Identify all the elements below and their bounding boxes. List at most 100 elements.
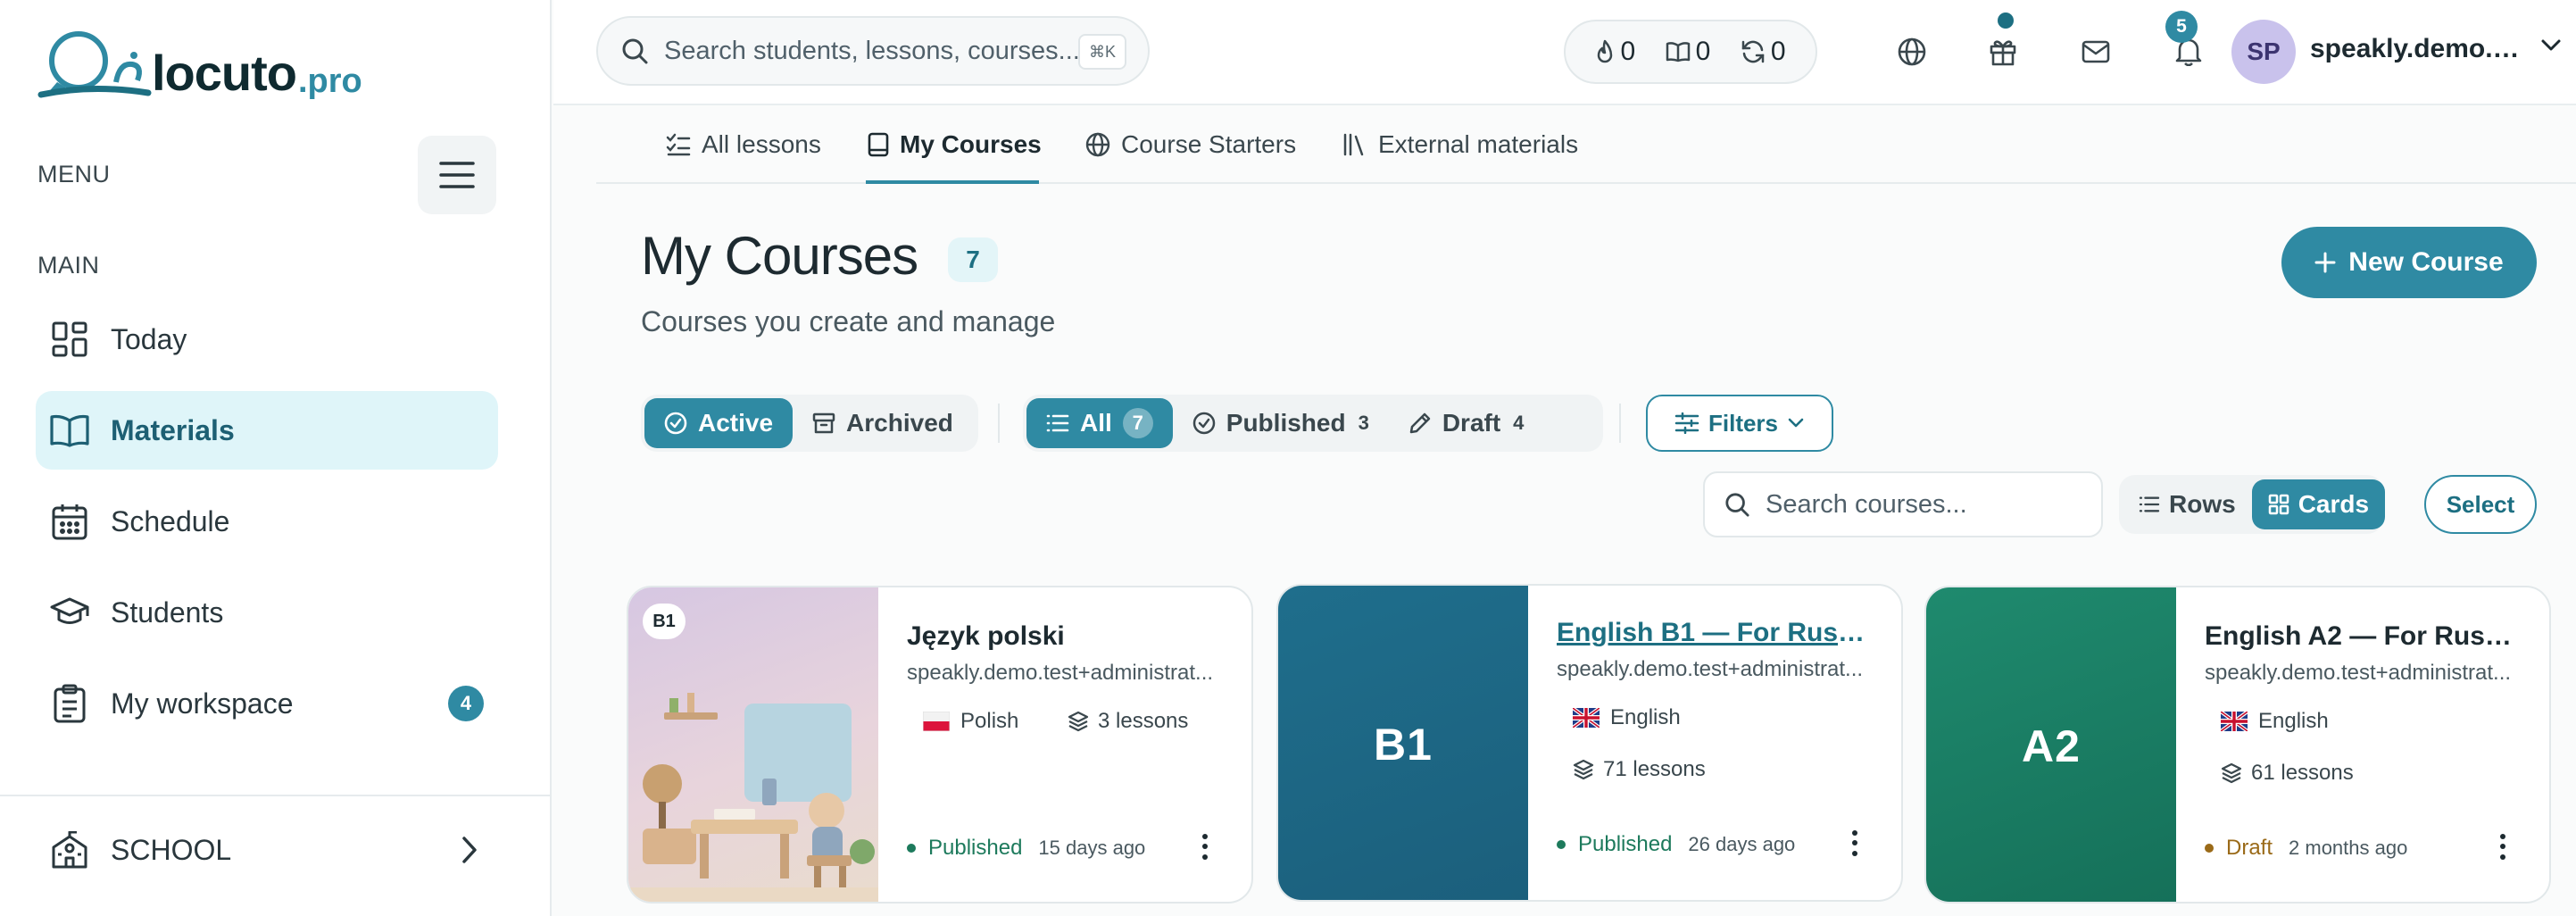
course-updated: 15 days ago (1038, 837, 1146, 859)
page-subtitle: Courses you create and manage (641, 305, 1056, 337)
chevron-down-icon[interactable] (2540, 37, 2562, 52)
view-label: Cards (2298, 490, 2370, 518)
sidebar-item-label: Materials (111, 413, 235, 446)
tab-course-starters[interactable]: Course Starters (1085, 105, 1296, 184)
streak-stat[interactable]: 0 (1595, 37, 1635, 67)
calendar-icon (50, 502, 89, 541)
tab-external-materials[interactable]: External materials (1342, 105, 1578, 184)
course-title[interactable]: Język polski (907, 621, 1228, 652)
sidebar-item-label: Schedule (111, 504, 230, 537)
more-options-icon[interactable] (1196, 829, 1214, 864)
course-updated: 2 months ago (2289, 837, 2408, 859)
lessons-stat[interactable]: 0 (1666, 37, 1710, 67)
tab-my-courses[interactable]: My Courses (868, 105, 1042, 184)
course-card[interactable]: B1 Język polski speakly.demo.test+admini… (627, 586, 1253, 904)
language-button[interactable] (1892, 32, 1932, 71)
course-search-input[interactable]: Search courses... (1766, 490, 1967, 520)
dashboard-icon (50, 320, 89, 359)
sliders-icon (1674, 412, 1699, 434)
filters-label: Filters (1708, 409, 1779, 437)
gift-indicator-dot (1998, 12, 2014, 29)
active-archived-toggle: Active Archived (641, 395, 978, 452)
course-lessons: 3 lessons (1068, 709, 1188, 734)
reviews-stat[interactable]: 0 (1741, 37, 1786, 67)
view-mode-toggle: Rows Cards (2119, 475, 2386, 534)
course-owner: speakly.demo.test+administrat... (1557, 657, 1864, 681)
status-published-button[interactable]: Published 3 (1173, 398, 1389, 448)
course-search[interactable]: Search courses... (1703, 471, 2103, 537)
filter-active-button[interactable]: Active (644, 398, 794, 448)
course-title[interactable]: English A2 — For Russia... (2205, 621, 2526, 652)
sidebar-item-schedule[interactable]: Schedule (36, 482, 498, 561)
sidebar-item-school[interactable]: SCHOOL (36, 811, 498, 889)
filter-label: Archived (846, 409, 953, 437)
level-chip: B1 (643, 604, 686, 639)
select-button[interactable]: Select (2424, 475, 2537, 534)
brand-name: locuto (152, 45, 297, 101)
sidebar-item-materials[interactable]: Materials (36, 391, 498, 470)
check-circle-icon (664, 412, 687, 435)
menu-label: MENU (37, 161, 111, 187)
filter-divider (998, 404, 1000, 443)
more-options-icon[interactable] (2494, 829, 2512, 864)
course-thumbnail: B1 (1278, 586, 1528, 900)
status-label: Published (928, 836, 1023, 860)
school-building-icon (50, 830, 89, 870)
tab-label: External materials (1378, 130, 1579, 158)
pencil-icon (1409, 412, 1431, 434)
materials-tabs: All lessons My Courses Course Starters E… (596, 105, 2576, 184)
chevron-down-icon (1788, 418, 1804, 428)
search-input[interactable]: Search students, lessons, courses... (664, 37, 1080, 66)
sidebar-item-today[interactable]: Today (36, 300, 498, 379)
sidebar-item-label: Students (111, 595, 224, 629)
global-search[interactable]: Search students, lessons, courses... ⌘K (596, 16, 1150, 86)
brand-logo[interactable]: locuto .pro (37, 30, 362, 98)
flame-icon (1598, 39, 1613, 63)
view-label: Rows (2169, 490, 2236, 518)
status-dot (1557, 840, 1566, 849)
filters-dropdown[interactable]: Filters (1646, 395, 1833, 452)
course-title[interactable]: English B1 — For Russian... (1557, 618, 1878, 648)
messages-button[interactable] (2076, 32, 2115, 71)
status-label: Draft (1442, 409, 1501, 437)
sidebar-item-students[interactable]: Students (36, 573, 498, 652)
new-course-label: New Course (2348, 247, 2504, 277)
status-count: 3 (1358, 412, 1369, 434)
new-course-button[interactable]: New Course (2281, 227, 2537, 298)
tab-all-lessons[interactable]: All lessons (666, 105, 821, 184)
language-label: English (1610, 705, 1681, 729)
status-count: 7 (1122, 408, 1153, 438)
status-label: Draft (2226, 836, 2273, 860)
course-updated: 26 days ago (1688, 833, 1796, 855)
activity-stats: 0 0 0 (1564, 20, 1817, 84)
status-all-button[interactable]: All 7 (1026, 398, 1173, 448)
sidebar-item-label: SCHOOL (111, 833, 232, 866)
status-dot (2205, 844, 2214, 853)
tab-label: My Courses (900, 130, 1042, 158)
course-card[interactable]: B1 English B1 — For Russian... speakly.d… (1276, 584, 1903, 902)
view-cards-button[interactable]: Cards (2251, 479, 2386, 529)
book-open-icon (50, 411, 89, 450)
course-card-body: Język polski speakly.demo.test+administr… (907, 587, 1239, 902)
course-lessons: 71 lessons (1573, 757, 1706, 782)
filter-archived-button[interactable]: Archived (793, 398, 973, 448)
uk-flag-icon (2221, 712, 2248, 731)
status-draft-button[interactable]: Draft 4 (1389, 398, 1544, 448)
avatar[interactable]: SP (2231, 20, 2296, 84)
menu-toggle-button[interactable] (418, 136, 496, 214)
tab-label: Course Starters (1121, 130, 1297, 158)
course-card[interactable]: A2 English A2 — For Russia... speakly.de… (1924, 586, 2551, 904)
status-filter-group: All 7 Published 3 Draft 4 (1023, 395, 1603, 452)
more-options-icon[interactable] (1846, 825, 1864, 861)
gifts-button[interactable] (1983, 32, 2023, 71)
sidebar-item-my-workspace[interactable]: My workspace 4 (36, 664, 498, 743)
grid-icon (2268, 494, 2289, 515)
course-thumbnail: A2 (1926, 587, 2176, 902)
search-icon (1725, 493, 1749, 517)
course-card-body: English B1 — For Russian... speakly.demo… (1557, 586, 1889, 900)
course-status: Draft 2 months ago (2205, 836, 2407, 861)
plus-icon (2314, 252, 2336, 273)
username[interactable]: speakly.demo.te... (2310, 34, 2524, 64)
sidebar-item-label: Today (111, 322, 187, 355)
view-rows-button[interactable]: Rows (2123, 479, 2252, 529)
